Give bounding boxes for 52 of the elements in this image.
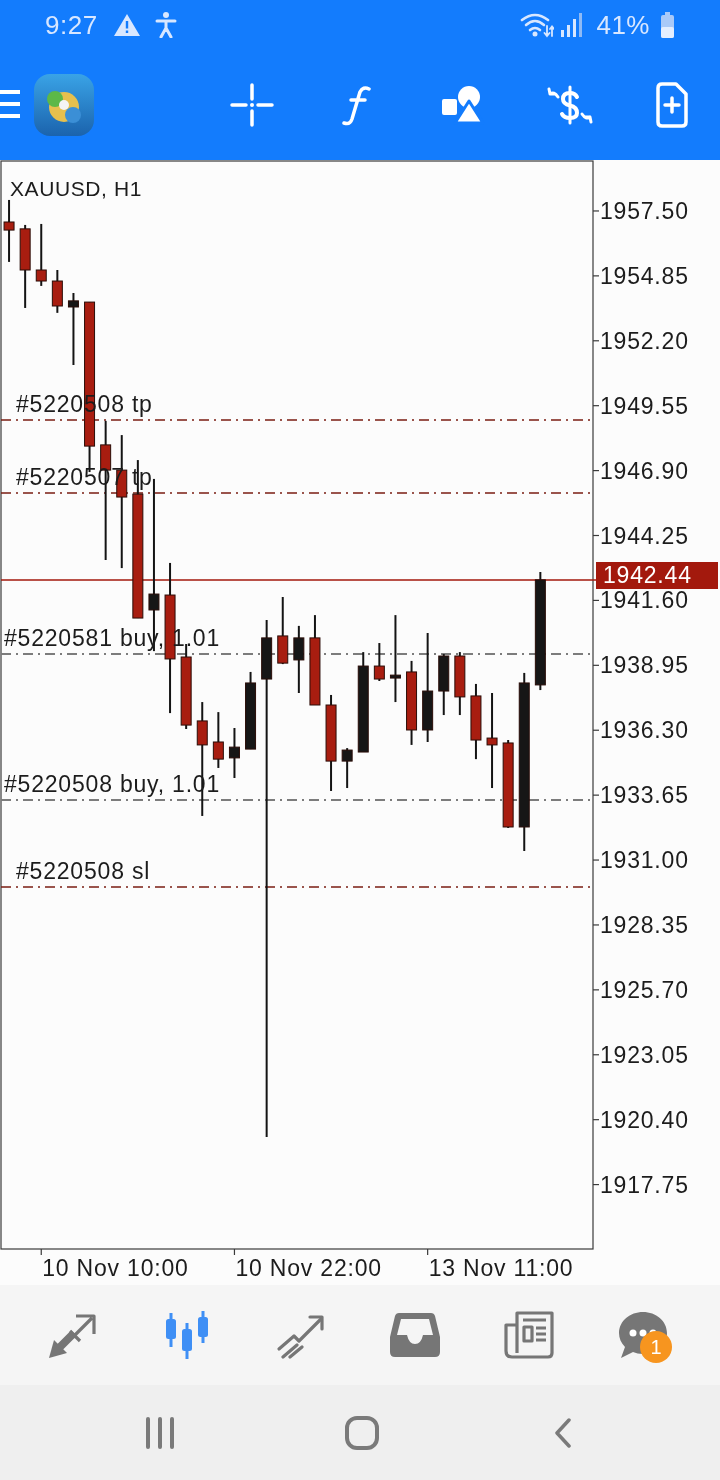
price-axis-label: 1936.30 [600, 717, 689, 744]
crosshair-icon[interactable] [230, 83, 274, 127]
bearish-candle [212, 711, 224, 769]
symbol-timeframe-label: XAUUSD, H1 [10, 177, 143, 200]
menu-icon[interactable] [0, 90, 20, 118]
nav-tab[interactable]: 1 [593, 1295, 693, 1375]
signal-icon [561, 13, 584, 37]
price-axis-label: 1941.60 [600, 587, 689, 614]
bearish-candle [454, 651, 466, 717]
warning-icon [113, 14, 140, 36]
battery-percent: 41% [596, 9, 650, 41]
price-axis-label: 1917.75 [600, 1171, 689, 1198]
bearish-candle [35, 222, 47, 287]
bearish-candle [373, 642, 385, 682]
bullish-candle [293, 624, 305, 694]
current-price-tag: 1942.44 [596, 562, 718, 589]
newspaper-icon [504, 1311, 554, 1359]
new-document-icon[interactable] [654, 82, 690, 128]
bullish-candle [341, 747, 353, 790]
bearish-candle [3, 198, 15, 263]
price-axis-label: 1957.50 [600, 197, 689, 224]
bullish-candle [228, 727, 240, 779]
time-axis-label: 10 Nov 10:00 [42, 1255, 189, 1281]
home-icon[interactable] [345, 1415, 379, 1450]
wifi-icon [520, 12, 555, 38]
price-axis-label: 1954.85 [600, 262, 689, 289]
notification-badge: 1 [640, 1331, 672, 1363]
back-icon[interactable] [555, 1417, 571, 1448]
bearish-candle [277, 596, 289, 666]
status-time: 9:27 [45, 9, 98, 41]
bearish-candle [51, 269, 63, 314]
recent-apps-icon[interactable] [145, 1416, 175, 1449]
price-axis-label: 1938.95 [600, 652, 689, 679]
price-axis-label: 1949.55 [600, 392, 689, 419]
time-axis-label: 13 Nov 11:00 [428, 1255, 574, 1281]
price-axis-label: 1928.35 [600, 911, 689, 938]
accessibility-icon [154, 12, 177, 38]
price-axis-label: 1944.25 [600, 522, 689, 549]
inbox-tray-icon [390, 1313, 440, 1357]
price-axis-label: 1933.65 [600, 782, 689, 809]
bullish-candle [438, 653, 450, 717]
price-axis-label: 1931.00 [600, 847, 689, 874]
order-label: #5220508 sl [16, 858, 151, 884]
price-axis-label: 1952.20 [600, 327, 689, 354]
price-axis-label: 1946.90 [600, 457, 689, 484]
double-arrow-icon [48, 1311, 98, 1359]
price-axis-label: 1923.05 [600, 1041, 689, 1068]
app-logo-icon[interactable] [34, 74, 94, 136]
price-axis-label: 1920.40 [600, 1106, 689, 1133]
price-axis-label: 1925.70 [600, 976, 689, 1003]
battery-icon [661, 12, 674, 38]
time-axis-label: 10 Nov 22:00 [235, 1255, 382, 1281]
